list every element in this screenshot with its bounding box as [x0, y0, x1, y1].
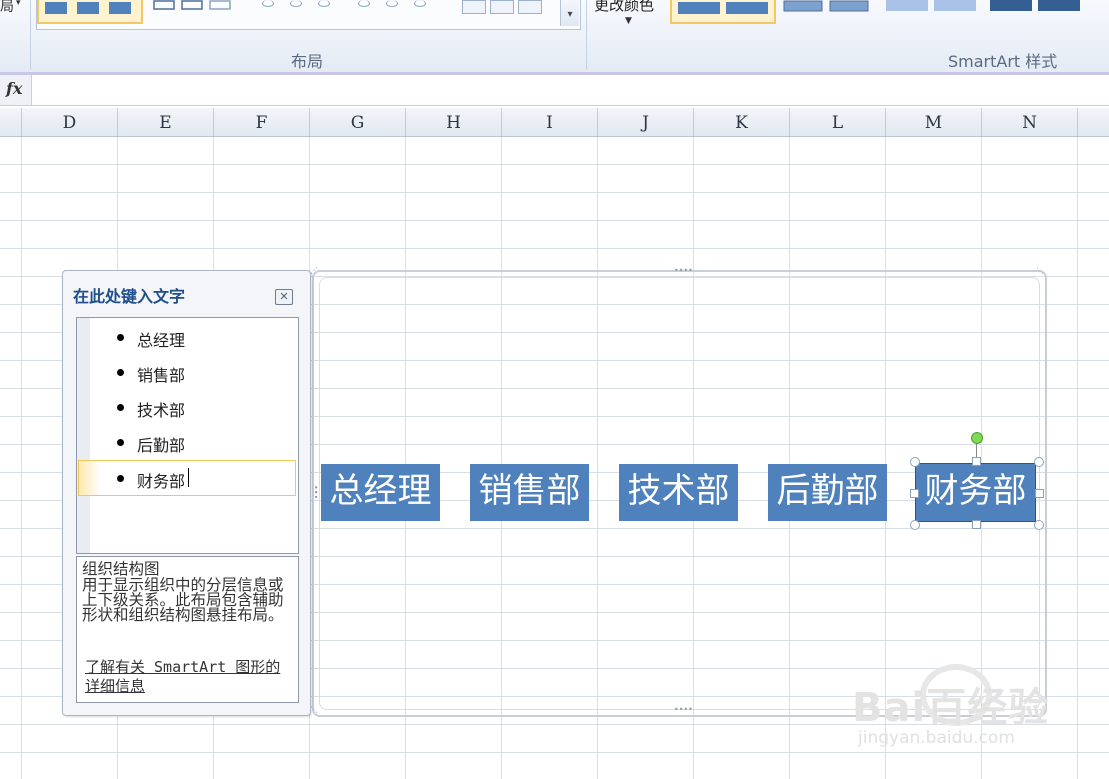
learn-more-link[interactable]: 了解有关 SmartArt 图形的详细信息	[85, 658, 290, 696]
smartart-node-selected[interactable]: 财务部	[915, 463, 1036, 522]
column-header-bar: D E F G H I J K L M N	[0, 108, 1109, 137]
fx-icon: fx	[6, 79, 23, 98]
insert-function-button[interactable]: fx	[0, 75, 32, 105]
column-header-partial[interactable]	[0, 108, 22, 136]
resize-grip-top[interactable]: ••••	[674, 266, 693, 275]
layout-thumb-arc-icon[interactable]	[414, 0, 426, 7]
text-pane-title: 在此处键入文字	[73, 287, 186, 306]
resize-handle[interactable]	[972, 520, 981, 529]
watermark-brand: Bai百经验	[852, 685, 1050, 731]
column-header-l[interactable]: L	[790, 108, 886, 136]
smartart-node[interactable]: 技术部	[619, 464, 738, 521]
active-bullet-row[interactable]	[78, 460, 296, 496]
smartart-node[interactable]: 总经理	[321, 464, 440, 521]
smartart-node[interactable]: 销售部	[470, 464, 589, 521]
smartart-text-pane[interactable]: 在此处键入文字 ✕ 总经理 销售部 技术部 后勤部 财务部 组织结构图 用于显示…	[62, 270, 311, 716]
column-header-d[interactable]: D	[22, 108, 118, 136]
layout-thumb-box-icon[interactable]	[518, 0, 542, 14]
grid-line	[21, 137, 22, 779]
layout-thumb-arc-icon[interactable]	[386, 0, 398, 7]
resize-handle[interactable]	[910, 489, 919, 498]
style-thumb-dark-icon[interactable]	[988, 0, 1084, 12]
layout-thumb-box-icon[interactable]	[490, 0, 514, 14]
rotation-handle-stem	[976, 442, 977, 458]
bullet-dot-icon	[117, 475, 124, 482]
formula-bar[interactable]: fx	[0, 75, 1109, 106]
resize-handle[interactable]	[910, 457, 920, 467]
layout-thumb-cycle-icon[interactable]	[262, 0, 274, 7]
bullet-gutter	[77, 318, 90, 553]
resize-handle[interactable]	[972, 457, 981, 466]
grid-line	[1077, 137, 1078, 779]
resize-handle[interactable]	[910, 520, 920, 530]
close-icon[interactable]: ✕	[275, 289, 293, 305]
resize-grip-corner[interactable]: ⋱	[310, 705, 318, 714]
text-caret	[188, 468, 189, 487]
layout-thumb-cycle-icon[interactable]	[318, 0, 330, 7]
watermark-url: jingyan.baidu.com	[858, 728, 1015, 748]
resize-handle[interactable]	[1034, 457, 1044, 467]
resize-grip-bottom[interactable]: ••••	[674, 705, 693, 714]
chevron-down-icon[interactable]: ▾	[16, 0, 21, 8]
bullet-list-editor[interactable]: 总经理 销售部 技术部 后勤部 财务部	[76, 317, 299, 554]
resize-grip-corner[interactable]: ⋰	[310, 266, 318, 275]
ribbon: 局 ▾ ▾ 布局 更改颜色 ▼ SmartArt 样式	[0, 0, 1109, 73]
chevron-down-icon[interactable]: ▼	[625, 16, 632, 26]
resize-handle[interactable]	[1035, 489, 1044, 498]
bullet-dot-icon	[117, 439, 124, 446]
column-header-e[interactable]: E	[118, 108, 214, 136]
ribbon-left-cut-label[interactable]: 局	[0, 0, 14, 16]
column-header-j[interactable]: J	[598, 108, 694, 136]
layout-thumb-cycle-icon[interactable]	[290, 0, 302, 7]
layout-thumb-list-icon[interactable]	[152, 0, 234, 12]
resize-grip-corner[interactable]: ⋱	[1036, 266, 1044, 275]
column-header-k[interactable]: K	[694, 108, 790, 136]
smartart-styles-group-label: SmartArt 样式	[948, 52, 1058, 71]
column-header-h[interactable]: H	[406, 108, 502, 136]
layout-thumb-arc-icon[interactable]	[358, 0, 370, 7]
layout-description-box: 组织结构图 用于显示组织中的分层信息或上下级关系。此布局包含辅助形状和组织结构图…	[76, 556, 299, 703]
layout-thumb-selected[interactable]	[37, 0, 143, 24]
group-separator	[586, 0, 587, 70]
column-header-n[interactable]: N	[982, 108, 1078, 136]
gallery-more-button[interactable]: ▾	[560, 0, 579, 26]
bullet-dot-icon	[117, 334, 124, 341]
rotation-handle[interactable]	[971, 432, 983, 444]
column-header-m[interactable]: M	[886, 108, 982, 136]
style-thumb-gradient-icon[interactable]	[884, 0, 980, 12]
resize-grip-left[interactable]: •••	[311, 485, 320, 499]
layout-group-label: 布局	[291, 52, 324, 71]
style-thumb-selected[interactable]	[670, 0, 776, 24]
column-header-f[interactable]: F	[214, 108, 310, 136]
resize-handle[interactable]	[1034, 520, 1044, 530]
column-header-i[interactable]: I	[502, 108, 598, 136]
smartart-node[interactable]: 后勤部	[768, 464, 887, 521]
style-thumb-outline-icon[interactable]	[782, 0, 872, 12]
layout-thumb-box-icon[interactable]	[462, 0, 486, 14]
bullet-dot-icon	[117, 404, 124, 411]
change-color-button[interactable]: 更改颜色	[594, 0, 654, 15]
bullet-dot-icon	[117, 369, 124, 376]
column-header-g[interactable]: G	[310, 108, 406, 136]
layout-description: 用于显示组织中的分层信息或上下级关系。此布局包含辅助形状和组织结构图悬挂布局。	[82, 576, 284, 624]
group-separator	[30, 0, 31, 70]
